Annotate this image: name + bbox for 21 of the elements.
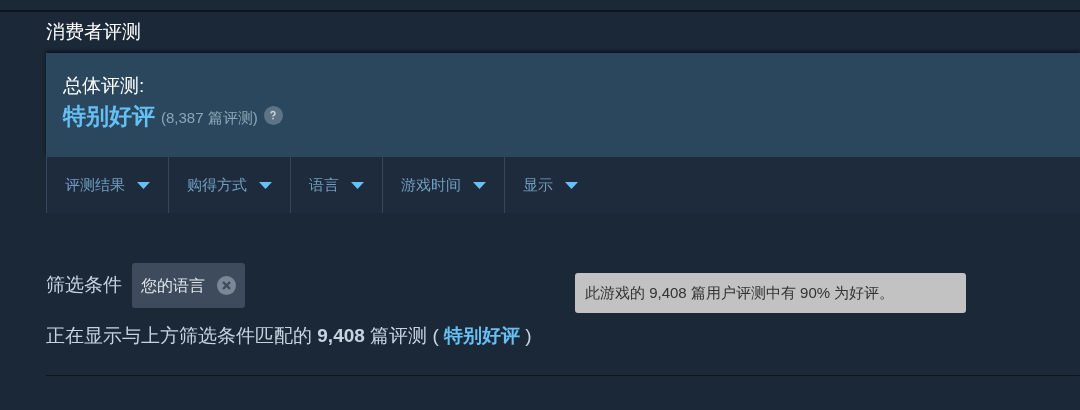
filter-dropdown[interactable]: 评测结果 bbox=[46, 157, 168, 213]
caret-icon bbox=[473, 181, 486, 189]
rating-text: 特别好评 bbox=[63, 102, 155, 131]
filter-dropdown[interactable]: 购得方式 bbox=[168, 157, 290, 213]
help-icon[interactable] bbox=[263, 105, 283, 125]
filter-chip[interactable]: 您的语言 bbox=[132, 263, 245, 308]
tooltip: 此游戏的 9,408 篇用户评测中有 90% 为好评。 bbox=[575, 273, 966, 313]
summary-text: 正在显示与上方筛选条件匹配的 9,408 篇评测 ( 特别好评 ) bbox=[46, 324, 532, 348]
close-icon[interactable] bbox=[217, 276, 236, 295]
section-title: 消费者评测 bbox=[46, 20, 141, 44]
rating-link[interactable]: 特别好评 bbox=[444, 325, 520, 346]
caret-icon bbox=[137, 181, 150, 189]
filter-dropdown[interactable]: 显示 bbox=[504, 157, 596, 213]
review-count: (8,387 篇评测) bbox=[161, 107, 258, 128]
caret-icon bbox=[351, 181, 364, 189]
filter-dropdown[interactable]: 语言 bbox=[290, 157, 382, 213]
filter-dropdown[interactable]: 游戏时间 bbox=[382, 157, 504, 213]
caret-icon bbox=[259, 181, 272, 189]
caret-icon bbox=[565, 181, 578, 189]
overall-label: 总体评测: bbox=[63, 74, 145, 98]
filter-label: 筛选条件 bbox=[46, 273, 122, 298]
